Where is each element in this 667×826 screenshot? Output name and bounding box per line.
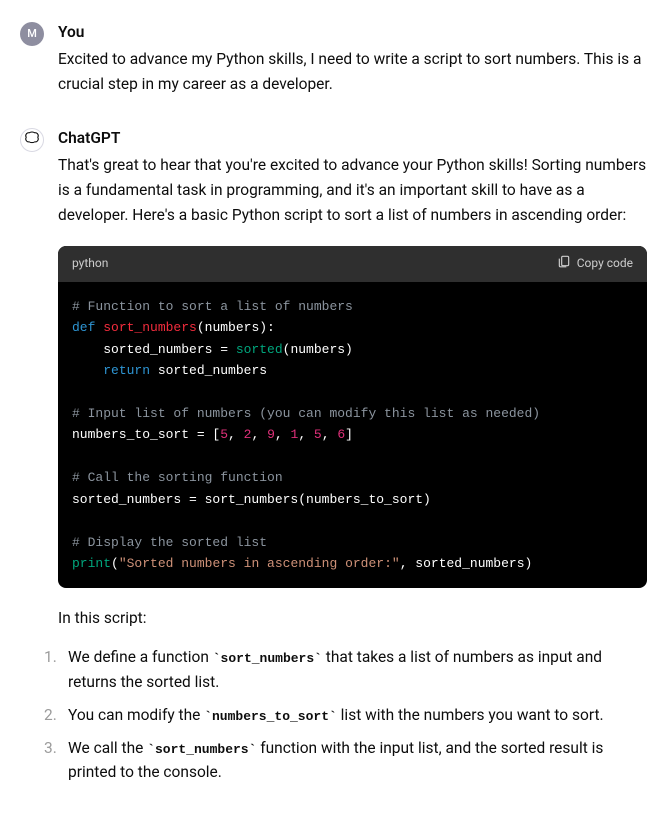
- assistant-message-body: ChatGPT That's great to hear that you're…: [58, 126, 647, 793]
- list-item: We call the `sort_numbers` function with…: [44, 736, 647, 786]
- assistant-intro: That's great to hear that you're excited…: [58, 153, 647, 227]
- after-code-text: In this script:: [58, 606, 647, 631]
- avatar-letter: M: [27, 25, 37, 43]
- code-content[interactable]: # Function to sort a list of numbers def…: [58, 282, 647, 589]
- code-block: python Copy code # Function to sort a li…: [58, 246, 647, 589]
- explanation-list: We define a function `sort_numbers` that…: [44, 645, 647, 785]
- copy-code-button[interactable]: Copy code: [557, 254, 633, 274]
- inline-code: `sort_numbers`: [213, 651, 322, 666]
- code-header: python Copy code: [58, 246, 647, 282]
- user-sender-label: You: [58, 20, 647, 45]
- list-item: You can modify the `numbers_to_sort` lis…: [44, 703, 647, 728]
- assistant-avatar: [20, 128, 44, 152]
- inline-code: `numbers_to_sort`: [204, 709, 337, 724]
- assistant-sender-label: ChatGPT: [58, 126, 647, 151]
- user-text: Excited to advance my Python skills, I n…: [58, 47, 647, 97]
- inline-code: `sort_numbers`: [147, 742, 256, 757]
- code-language-label: python: [72, 254, 108, 273]
- openai-icon: [24, 130, 40, 152]
- user-message-body: You Excited to advance my Python skills,…: [58, 20, 647, 96]
- clipboard-icon: [557, 254, 571, 274]
- copy-code-label: Copy code: [577, 254, 633, 273]
- assistant-message: ChatGPT That's great to hear that you're…: [20, 126, 647, 793]
- user-message: M You Excited to advance my Python skill…: [20, 20, 647, 96]
- user-avatar: M: [20, 22, 44, 46]
- list-item: We define a function `sort_numbers` that…: [44, 645, 647, 695]
